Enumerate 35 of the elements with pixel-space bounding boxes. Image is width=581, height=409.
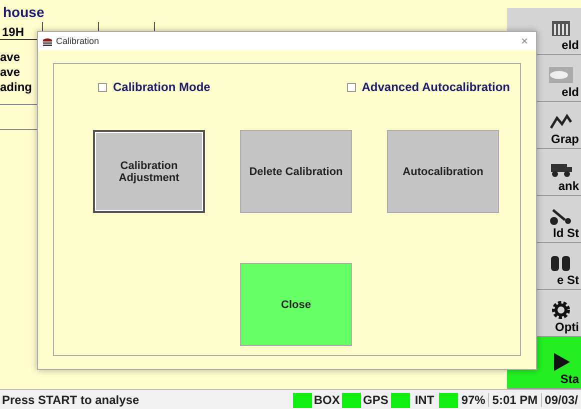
status-message: Press START to analyse	[1, 393, 140, 407]
tile-label: ld St	[553, 226, 580, 240]
checkbox[interactable]	[98, 82, 107, 92]
close-button[interactable]: Close	[240, 263, 352, 346]
page-title: house	[2, 4, 46, 22]
tile-label: Sta	[560, 372, 580, 386]
tractor-icon	[549, 206, 573, 226]
dialog-title: Calibration	[56, 36, 100, 46]
tile-label: Grap	[550, 132, 580, 146]
action-button[interactable]: Delete Calibration	[240, 130, 352, 213]
app-icon	[42, 36, 53, 46]
tile-label: Opti	[555, 320, 580, 334]
field-label: ading	[0, 80, 32, 95]
status-label: INT	[414, 393, 436, 407]
gear-icon	[549, 300, 573, 320]
close-icon[interactable]: ×	[520, 34, 532, 48]
action-button[interactable]: Autocalibration	[387, 130, 499, 213]
photo-icon	[549, 65, 573, 85]
status-label: 97%	[460, 393, 486, 407]
status-label: BOX	[312, 393, 341, 407]
status-label: GPS	[362, 393, 390, 407]
status-time: 5:01 PM	[488, 393, 541, 407]
tile-label: eld	[562, 85, 580, 99]
checkbox-label: Calibration Mode	[113, 80, 210, 94]
bins-icon	[549, 253, 573, 273]
action-button[interactable]: Calibration Adjustment	[93, 130, 205, 213]
tile-label: eld	[562, 38, 580, 52]
status-date: 09/03/	[540, 393, 581, 407]
field-label: ave	[0, 50, 20, 65]
field-label: ave	[0, 65, 20, 80]
checkbox-label: Advanced Autocalibration	[362, 80, 510, 94]
checkbox[interactable]	[346, 82, 356, 92]
grid-icon	[549, 18, 573, 38]
tile-label: ank	[558, 179, 580, 193]
tile-label: e St	[556, 273, 580, 287]
